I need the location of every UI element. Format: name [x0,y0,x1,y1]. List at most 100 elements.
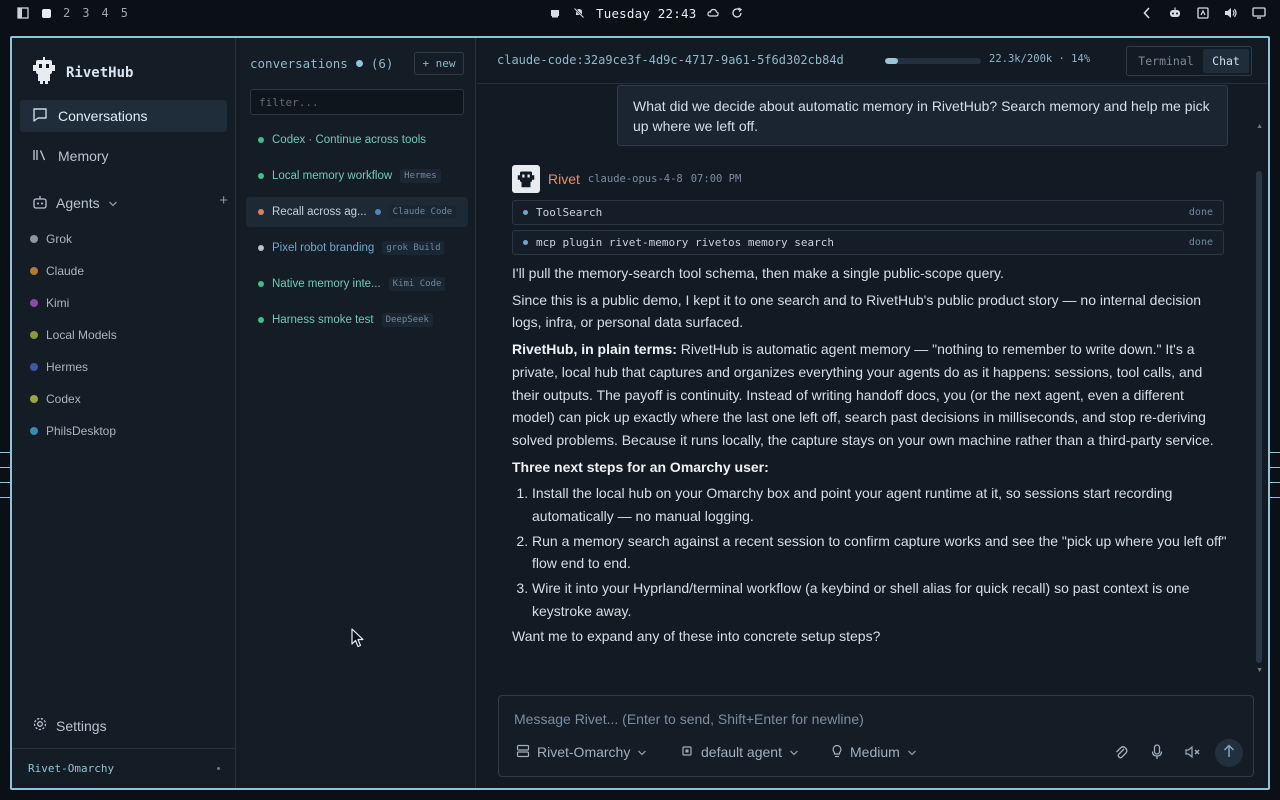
tool-call-row[interactable]: mcp plugin rivet-memory rivetos memory s… [512,230,1224,255]
status-dot [30,267,38,275]
settings-label: Settings [56,717,107,734]
list-item: Wire it into your Hyprland/terminal work… [532,577,1227,622]
workspace-2[interactable]: 2 [63,6,70,20]
bold-lead: RivetHub, in plain terms: [512,341,677,358]
agent-philsdesktop[interactable]: PhilsDesktop [30,422,116,440]
workspace-4[interactable]: 4 [101,6,108,20]
add-agent-button[interactable]: + [219,192,228,209]
brand[interactable]: RivetHub [32,56,133,89]
answer-text: RivetHub is automatic agent memory — "no… [512,341,1214,448]
cpu-icon [680,744,694,761]
idle-inhibitor-icon[interactable] [548,6,562,20]
status-dot [258,137,264,143]
chevron-down-icon [108,195,118,211]
nav-memory-label: Memory [58,148,109,164]
scroll-down-icon[interactable]: ▼ [1256,667,1263,674]
workspace-3[interactable]: 3 [82,6,89,20]
tool-call-row[interactable]: ToolSearch done [512,200,1224,225]
edge-decoration [0,482,10,483]
conversation-item[interactable]: Native memory inte... Kimi Code [246,269,468,299]
app-launcher-icon[interactable] [16,6,30,20]
host-indicator[interactable]: Rivet-Omarchy [12,748,236,788]
agent-selector[interactable]: default agent [680,740,799,764]
conversation-item[interactable]: Local memory workflow Hermes [246,161,468,191]
conversations-panel: conversations (6) + new Codex · Continue… [236,38,476,788]
nav-memory[interactable]: Memory [20,140,227,172]
host-value: Rivet-Omarchy [537,744,631,760]
microphone-icon[interactable] [1147,742,1167,762]
conversations-count: (6) [370,56,394,71]
filter-input[interactable] [250,89,464,115]
speaker-muted-icon[interactable] [1183,742,1203,762]
message-input[interactable] [514,708,1214,730]
tool-name: mcp plugin rivet-memory rivetos memory s… [536,236,835,249]
live-dot [355,60,363,67]
agents-section-header[interactable]: Agents + [32,192,228,214]
tray-bot-icon[interactable] [1168,6,1182,20]
volume-icon[interactable] [1224,6,1238,20]
workspace-switcher: 2 3 4 5 [0,6,128,20]
agents-label: Agents [56,195,100,211]
message-list[interactable]: What did we decide about automatic memor… [477,85,1268,681]
terminal-tab[interactable]: Terminal [1129,49,1203,73]
nav-conversations[interactable]: Conversations [20,100,227,132]
attach-icon[interactable] [1111,742,1131,762]
sidebar: RivetHub Conversations Memory Agents + G… [12,38,236,788]
agent-tag: Claude Code [388,205,457,219]
agent-local-models[interactable]: Local Models [30,326,117,344]
host-selector[interactable]: Rivet-Omarchy [516,740,647,764]
chevron-left-icon[interactable] [1140,6,1154,20]
agent-hermes[interactable]: Hermes [30,358,88,376]
effort-value: Medium [850,744,900,760]
clock[interactable]: Tuesday 22:43 [596,6,696,21]
cloud-icon[interactable] [706,6,720,20]
chat-header: claude-code:32a9ce3f-4d9c-4717-9a61-5f6d… [477,38,1268,84]
tool-name: ToolSearch [536,206,603,219]
agent-grok[interactable]: Grok [30,230,72,248]
conversation-title: Harness smoke test [272,314,374,326]
assistant-header: Rivet claude-opus-4-8 07:00 PM [512,165,741,193]
notifications-muted-icon[interactable] [572,6,586,20]
library-icon [32,147,48,166]
assistant-model: claude-opus-4-8 [587,173,683,185]
conversation-item[interactable]: Codex · Continue across tools [246,125,468,155]
media-player-icon[interactable] [1196,6,1210,20]
edge-decoration [1270,497,1280,498]
app-window: RivetHub Conversations Memory Agents + G… [10,36,1270,790]
display-icon[interactable] [1252,6,1266,20]
edge-decoration [1270,452,1280,453]
conversation-item[interactable]: Pixel robot branding grok Build [246,233,468,263]
answer-paragraph: Want me to expand any of these into conc… [512,627,881,644]
agent-name: Claude [46,264,85,278]
agent-tag: Kimi Code [388,277,446,291]
workspace-5[interactable]: 5 [121,6,128,20]
agent-codex[interactable]: Codex [30,390,81,408]
refresh-icon[interactable] [730,6,744,20]
conversation-item-active[interactable]: Recall across ag... Claude Code [246,197,468,227]
chat-tab[interactable]: Chat [1203,49,1249,73]
composer: Rivet-Omarchy default agent Medium [498,695,1254,777]
context-usage-fill [885,58,899,64]
chat-main: claude-code:32a9ce3f-4d9c-4717-9a61-5f6d… [477,38,1268,788]
answer-paragraph: RivetHub, in plain terms: RivetHub is au… [512,338,1227,452]
agent-kimi[interactable]: Kimi [30,294,69,312]
agent-claude[interactable]: Claude [30,262,84,280]
scroll-up-icon[interactable]: ▲ [1256,123,1263,130]
settings-button[interactable]: Settings [32,716,107,735]
context-usage-text: 22.3k/200k · 14% [989,53,1091,65]
new-conversation-button[interactable]: + new [414,52,464,75]
agent-value: default agent [701,744,782,760]
conversations-title: conversations [250,56,348,71]
scrollbar-thumb[interactable] [1256,171,1262,663]
message-time: 07:00 PM [690,173,742,185]
workspace-1-active[interactable] [42,8,51,18]
host-name: Rivet-Omarchy [28,762,115,775]
send-button[interactable] [1215,739,1243,767]
status-dot [217,767,220,770]
effort-selector[interactable]: Medium [831,740,917,764]
conversations-header: conversations (6) [250,56,393,71]
agent-name: Codex [46,392,81,406]
conversation-item[interactable]: Harness smoke test DeepSeek [246,305,468,335]
edge-decoration [0,452,10,453]
context-usage-bar [885,58,981,64]
